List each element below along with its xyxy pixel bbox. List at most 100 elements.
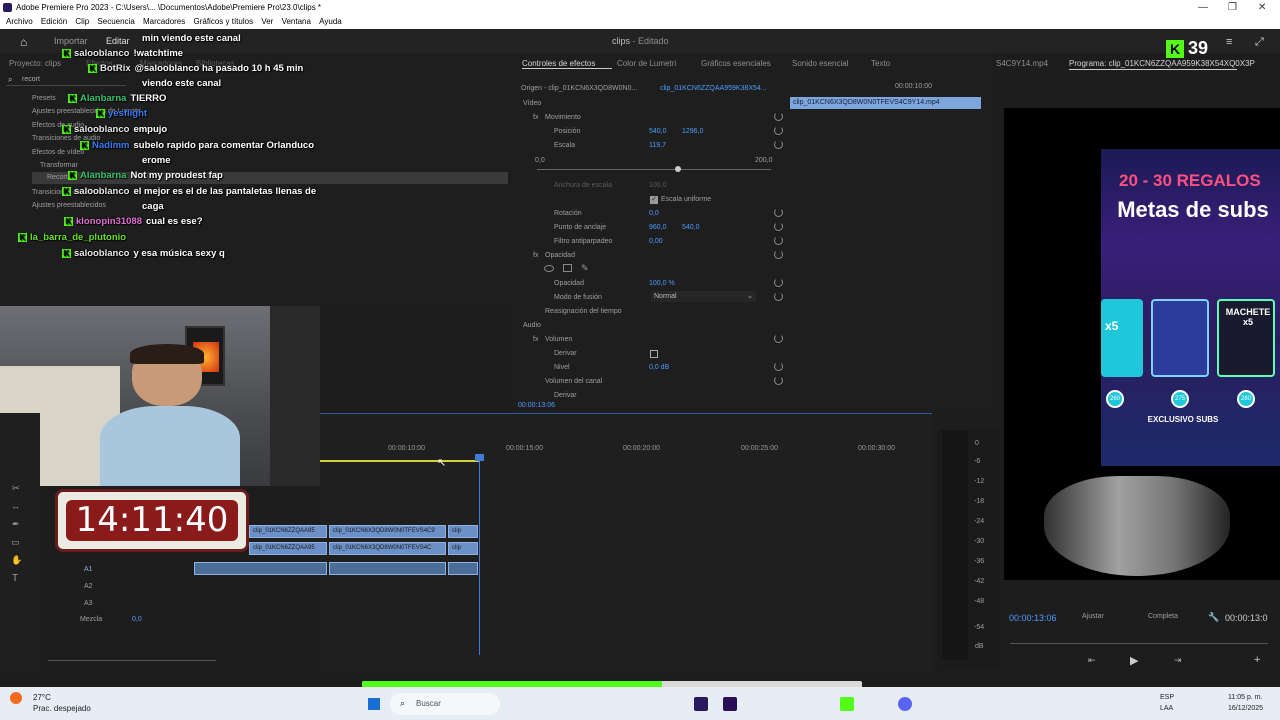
escala-value[interactable]: 119,7 xyxy=(649,142,666,149)
resolution-dropdown[interactable]: Completa xyxy=(1148,613,1178,620)
tab-source-monitor[interactable]: S4C9Y14.mp4 xyxy=(996,59,1048,68)
ripple-tool-icon[interactable]: ↔ xyxy=(11,501,20,511)
fit-dropdown[interactable]: Ajustar xyxy=(1082,613,1104,620)
work-area-bar[interactable] xyxy=(320,460,480,462)
menu-edicion[interactable]: Edición xyxy=(41,17,67,26)
lang-layout[interactable]: LAA xyxy=(1160,705,1173,712)
rotacion-value[interactable]: 0,0 xyxy=(649,210,659,217)
filtro-value[interactable]: 0,00 xyxy=(649,238,663,245)
tree-video-effects[interactable]: Efectos de vídeo xyxy=(32,149,84,156)
playhead-line[interactable] xyxy=(479,455,480,655)
menu-ayuda[interactable]: Ayuda xyxy=(319,17,342,26)
program-scrubber[interactable] xyxy=(1010,643,1268,644)
fullscreen-icon[interactable]: ⤢ xyxy=(1255,36,1264,49)
reset-escala-icon[interactable] xyxy=(774,140,783,149)
escala-uniforme-checkbox[interactable]: ✓ xyxy=(650,196,658,204)
tab-program-monitor[interactable]: Programa: clip_01KCN6ZZQAA959K38X54XQ0X3… xyxy=(1069,59,1255,68)
track-a1-label[interactable]: A1 xyxy=(84,566,93,573)
reset-opacidad-value-icon[interactable] xyxy=(774,278,783,287)
track-a2-label[interactable]: A2 xyxy=(84,583,93,590)
anclaje-x-value[interactable]: 960,0 xyxy=(649,224,667,231)
audio-clip-2[interactable] xyxy=(329,562,446,575)
anclaje-y-value[interactable]: 540,0 xyxy=(682,224,700,231)
tab-effect-controls[interactable]: Controles de efectos xyxy=(522,59,595,68)
step-back-button[interactable]: ⇤ xyxy=(1088,655,1096,666)
program-timecode[interactable]: 00:00:13:06 xyxy=(1009,613,1057,623)
audio-clip-1[interactable] xyxy=(194,562,327,575)
play-button[interactable]: ▶ xyxy=(1130,654,1138,667)
close-button[interactable]: ✕ xyxy=(1258,0,1266,15)
weather-temp[interactable]: 27°C xyxy=(33,693,51,702)
weather-desc[interactable]: Prac. despejado xyxy=(33,704,91,713)
tab-lumetri-color[interactable]: Color de Lumetri xyxy=(617,59,676,68)
derivar-checkbox[interactable] xyxy=(650,350,658,358)
reset-nivel-icon[interactable] xyxy=(774,362,783,371)
nivel-value[interactable]: 0,0 dB xyxy=(649,364,669,371)
workspace-editar[interactable]: Editar xyxy=(106,36,130,46)
wrench-icon[interactable]: 🔧 xyxy=(1208,612,1219,623)
clip-v1-1[interactable]: clip_01KCN6ZZQAA95 xyxy=(249,542,327,555)
timeline-zoom-bar[interactable] xyxy=(48,660,216,661)
clip-v2-3[interactable]: clip xyxy=(448,525,478,538)
tab-essential-sound[interactable]: Sonido esencial xyxy=(792,59,848,68)
pen-mask-icon[interactable]: ✎ xyxy=(581,263,589,274)
clock-date-taskbar[interactable]: 16/12/2025 xyxy=(1228,705,1263,712)
reset-rotacion-icon[interactable] xyxy=(774,208,783,217)
menu-ver[interactable]: Ver xyxy=(261,17,273,26)
effect-sequence-clip[interactable]: clip_01KCN6ZZQAA959K38X54... xyxy=(660,85,767,92)
tab-project[interactable]: Proyecto: clips xyxy=(9,59,61,68)
reset-opacidad-icon[interactable] xyxy=(774,250,783,259)
hand-tool-icon[interactable]: ✋ xyxy=(11,555,22,566)
menu-icon[interactable]: ≡ xyxy=(1226,36,1232,48)
add-button[interactable]: + xyxy=(1254,654,1260,666)
effect-source-dropdown[interactable]: Origen - clip_01KCN6X3QD8W0N0... xyxy=(521,85,637,92)
tree-presets[interactable]: Presets xyxy=(32,95,56,102)
menu-secuencia[interactable]: Secuencia xyxy=(97,17,134,26)
menu-marcadores[interactable]: Marcadores xyxy=(143,17,185,26)
reset-posicion-icon[interactable] xyxy=(774,126,783,135)
menu-graficos[interactable]: Gráficos y títulos xyxy=(194,17,254,26)
mezcla-value[interactable]: 0,0 xyxy=(132,616,142,623)
premiere-taskbar-icon[interactable] xyxy=(694,697,708,711)
playhead-handle[interactable] xyxy=(475,454,484,461)
clip-v1-3[interactable]: clip xyxy=(448,542,478,555)
clip-v2-1[interactable]: clip_01KCN6ZZQAA95 xyxy=(249,525,327,538)
reset-canal-icon[interactable] xyxy=(774,376,783,385)
effect-clip-bar[interactable]: clip_01KCN6X3QD8W0N0TFEVS4C9Y14.mp4 xyxy=(790,97,981,109)
effects-search-input[interactable]: ⌕ recort xyxy=(6,75,126,86)
escala-slider[interactable] xyxy=(537,169,771,170)
audio-clip-3[interactable] xyxy=(448,562,478,575)
pen-tool-icon[interactable]: ✒ xyxy=(12,519,20,530)
step-forward-button[interactable]: ⇥ xyxy=(1174,655,1182,666)
razor-tool-icon[interactable]: ✂ xyxy=(12,483,20,494)
track-a3-label[interactable]: A3 xyxy=(84,600,93,607)
rect-tool-icon[interactable]: ▭ xyxy=(11,537,20,548)
opacidad-value[interactable]: 100,0 % xyxy=(649,280,675,287)
ellipse-mask-icon[interactable] xyxy=(544,265,554,272)
reset-motion-icon[interactable] xyxy=(774,112,783,121)
reset-volumen-icon[interactable] xyxy=(774,334,783,343)
maximize-button[interactable]: ❐ xyxy=(1228,0,1237,15)
tab-essential-graphics[interactable]: Gráficos esenciales xyxy=(701,59,771,68)
rect-mask-icon[interactable] xyxy=(563,264,572,272)
taskbar-search[interactable]: ⌕ Buscar xyxy=(390,693,500,715)
reset-filtro-icon[interactable] xyxy=(774,236,783,245)
start-button[interactable] xyxy=(368,698,380,710)
menu-ventana[interactable]: Ventana xyxy=(282,17,311,26)
posicion-y-value[interactable]: 1296,0 xyxy=(682,128,703,135)
clip-v1-2[interactable]: clip_01KCN6X3QD8W0N0TFEVS4C xyxy=(329,542,446,555)
tab-text[interactable]: Texto xyxy=(871,59,890,68)
tree-presets-2[interactable]: Ajustes preestablecidos xyxy=(32,202,106,209)
reset-anclaje-icon[interactable] xyxy=(774,222,783,231)
escala-slider-handle[interactable] xyxy=(675,166,681,172)
audition-taskbar-icon[interactable] xyxy=(723,697,737,711)
type-tool-icon[interactable]: T xyxy=(12,573,18,584)
clock-time-taskbar[interactable]: 11:05 p. m. xyxy=(1228,694,1263,701)
tree-transformar[interactable]: Transformar xyxy=(40,162,78,169)
clip-v2-2[interactable]: clip_01KCN6X3QD8W0N0TFEVS4C9 xyxy=(329,525,446,538)
menu-clip[interactable]: Clip xyxy=(75,17,89,26)
home-icon[interactable]: ⌂ xyxy=(20,35,27,49)
reset-fusion-icon[interactable] xyxy=(774,292,783,301)
lang-indicator[interactable]: ESP xyxy=(1160,694,1174,701)
kick-taskbar-icon[interactable] xyxy=(840,697,854,711)
